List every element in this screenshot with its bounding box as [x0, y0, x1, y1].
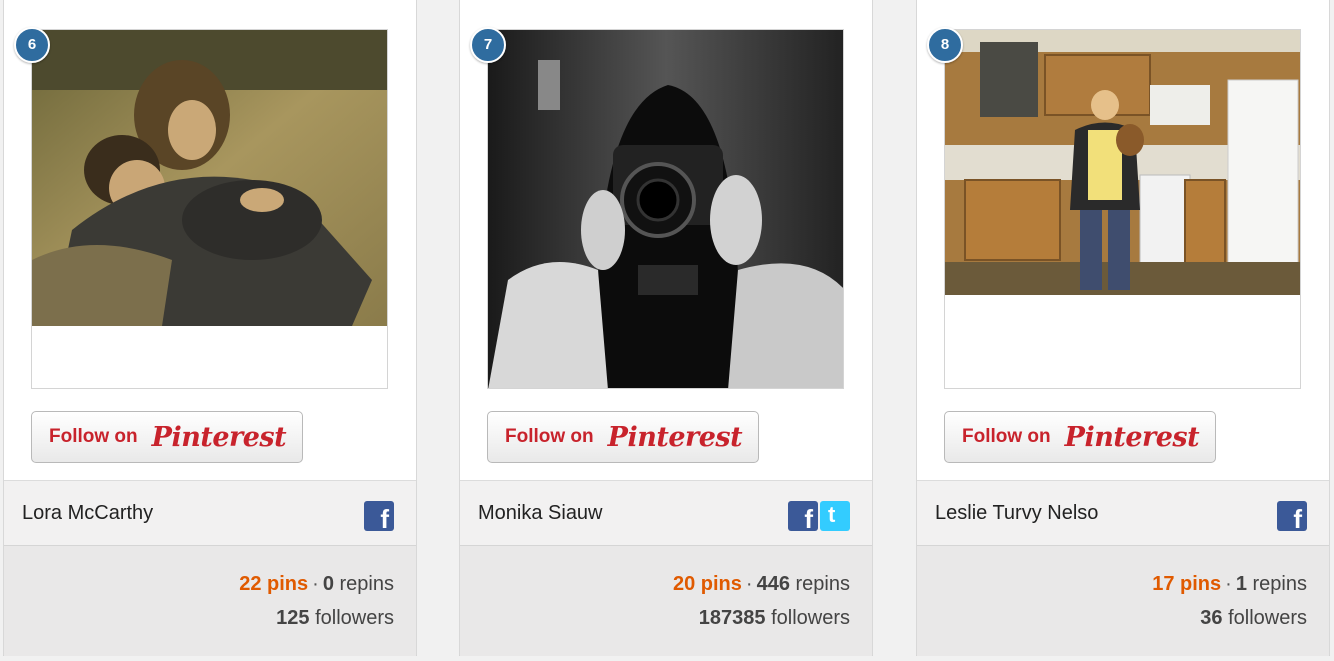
- user-name[interactable]: Lora McCarthy: [22, 502, 153, 525]
- followers-line: 187385 followers: [699, 607, 850, 630]
- repins-label: repins: [795, 573, 850, 595]
- follow-label: Follow on: [49, 426, 138, 447]
- social-links: f t: [788, 501, 850, 531]
- follow-on-pinterest-button[interactable]: Follow on Pinterest: [944, 411, 1216, 463]
- rank-badge: 8: [927, 27, 963, 63]
- facebook-icon[interactable]: f: [788, 501, 818, 531]
- pins-count[interactable]: 20 pins: [673, 573, 742, 595]
- pinterest-logo: Pinterest: [151, 421, 287, 453]
- followers-line: 36 followers: [1200, 607, 1307, 630]
- stats-bar: 20 pins · 446 repins 187385 followers: [460, 546, 872, 656]
- followers-count: 36: [1200, 607, 1223, 629]
- repins-count: 1: [1235, 573, 1247, 595]
- user-card: 8 Follow on Pinterest Leslie Turvy Nelso…: [916, 0, 1330, 656]
- profile-photo[interactable]: [487, 29, 844, 389]
- follow-on-pinterest-button[interactable]: Follow on Pinterest: [487, 411, 759, 463]
- pinterest-logo: Pinterest: [1064, 421, 1200, 453]
- social-links: f: [1277, 501, 1307, 531]
- pins-repins-line: 20 pins · 446 repins: [673, 573, 850, 596]
- followers-label: followers: [771, 607, 850, 629]
- followers-label: followers: [1228, 607, 1307, 629]
- separator: ·: [312, 573, 319, 595]
- separator: ·: [1225, 573, 1232, 595]
- separator: ·: [745, 573, 753, 595]
- rank-badge: 7: [470, 27, 506, 63]
- user-name[interactable]: Monika Siauw: [478, 502, 603, 525]
- followers-line: 125 followers: [276, 607, 394, 630]
- photo-image: [488, 30, 843, 388]
- pinterest-logo: Pinterest: [607, 421, 743, 453]
- follow-label: Follow on: [962, 426, 1051, 447]
- pins-count[interactable]: 17 pins: [1152, 573, 1221, 595]
- user-card: 7 Follow on Pinterest Monika Siauw f t 2…: [459, 0, 873, 656]
- name-bar: Monika Siauw f t: [460, 480, 872, 546]
- repins-label: repins: [1252, 573, 1307, 595]
- user-card: 6 Follow on Pinterest Lora McCarthy f 22…: [3, 0, 417, 656]
- profile-photo[interactable]: [944, 29, 1301, 389]
- rank-badge: 6: [14, 27, 50, 63]
- name-bar: Lora McCarthy f: [4, 480, 416, 546]
- photo-image: [32, 30, 387, 326]
- repins-label: repins: [339, 573, 394, 595]
- stats-bar: 22 pins · 0 repins 125 followers: [4, 546, 416, 656]
- repins-count: 446: [756, 573, 790, 595]
- follow-on-pinterest-button[interactable]: Follow on Pinterest: [31, 411, 303, 463]
- pins-repins-line: 17 pins · 1 repins: [1152, 573, 1307, 596]
- pins-count[interactable]: 22 pins: [239, 573, 308, 595]
- social-links: f: [364, 501, 394, 531]
- user-name[interactable]: Leslie Turvy Nelso: [935, 502, 1098, 525]
- twitter-icon[interactable]: t: [820, 501, 850, 531]
- followers-count: 125: [276, 607, 310, 629]
- facebook-icon[interactable]: f: [364, 501, 394, 531]
- name-bar: Leslie Turvy Nelso f: [917, 480, 1329, 546]
- repins-count: 0: [322, 573, 334, 595]
- follow-label: Follow on: [505, 426, 594, 447]
- photo-image: [945, 30, 1300, 388]
- followers-count: 187385: [698, 607, 766, 629]
- profile-photo[interactable]: [31, 29, 388, 389]
- pins-repins-line: 22 pins · 0 repins: [239, 573, 394, 596]
- stats-bar: 17 pins · 1 repins 36 followers: [917, 546, 1329, 656]
- facebook-icon[interactable]: f: [1277, 501, 1307, 531]
- followers-label: followers: [315, 607, 394, 629]
